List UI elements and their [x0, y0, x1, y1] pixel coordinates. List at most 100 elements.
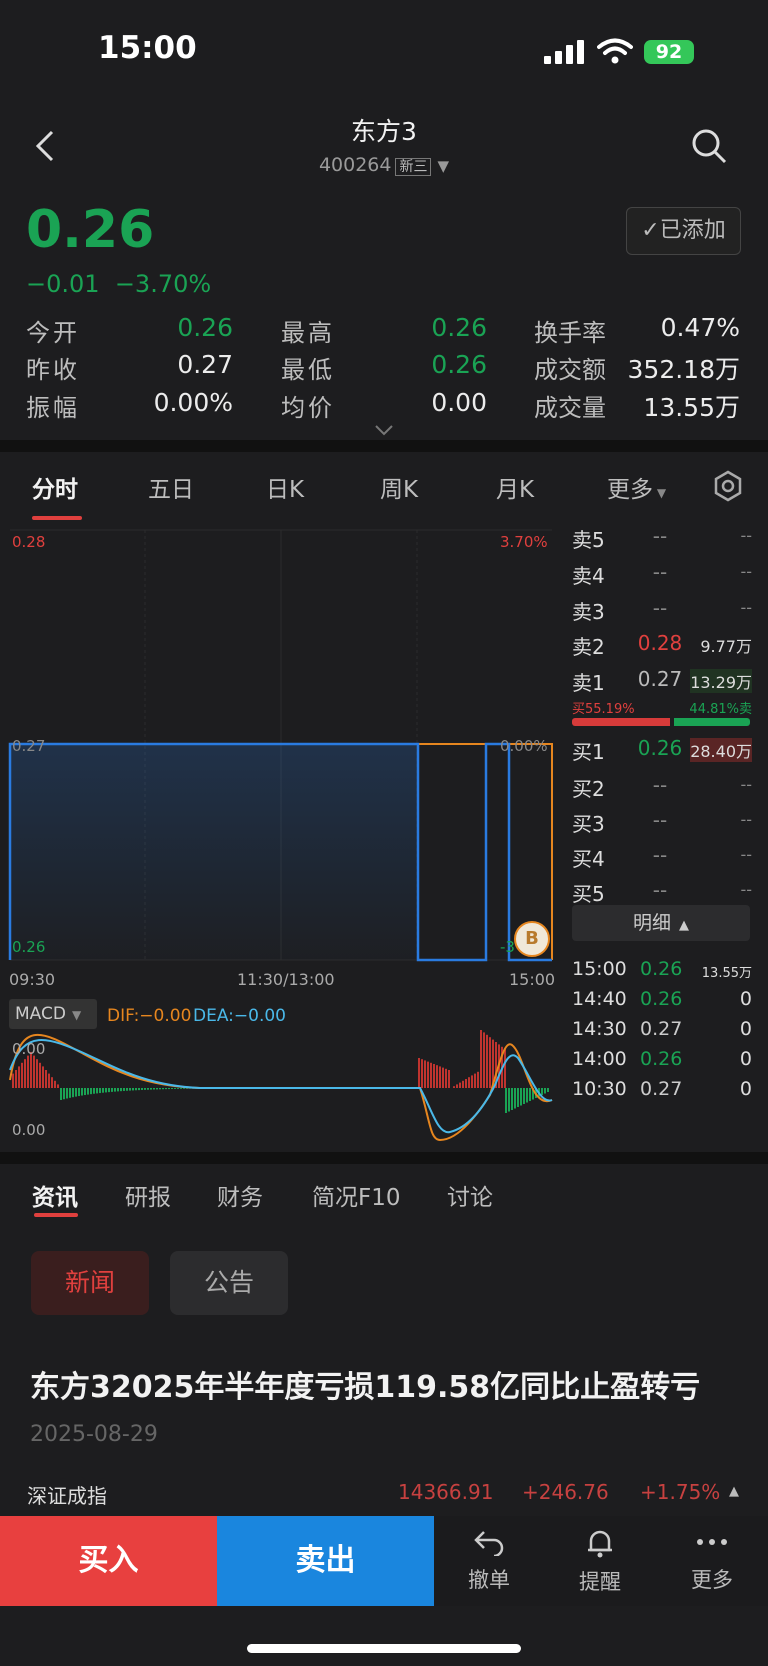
order-volume: --: [740, 810, 752, 829]
macd-bar: [165, 1088, 167, 1090]
macd-bar: [418, 1058, 420, 1088]
indicator-selector[interactable]: MACD ▼: [9, 999, 97, 1029]
macd-bar: [45, 1070, 47, 1088]
macd-bar: [60, 1088, 62, 1100]
macd-bar: [96, 1088, 98, 1094]
macd-bar: [489, 1037, 491, 1088]
macd-bar: [517, 1088, 519, 1107]
macd-bar: [439, 1066, 441, 1088]
order-price: 0.26: [637, 736, 683, 760]
alert-button[interactable]: 提醒: [555, 1528, 645, 1596]
time-end: 15:00: [509, 970, 556, 989]
low-value: 0.26: [431, 350, 487, 379]
tick-time: 14:30: [572, 1018, 627, 1040]
tab-more[interactable]: 更多 ▼: [607, 470, 666, 504]
tick-price: 0.26: [640, 958, 683, 980]
macd-bar: [480, 1030, 482, 1088]
check-icon: ✓: [641, 218, 660, 243]
tab-research[interactable]: 研报: [125, 1178, 171, 1212]
macd-bar: [424, 1060, 426, 1088]
change-percent: −3.70%: [114, 270, 212, 298]
settings-icon[interactable]: [712, 470, 744, 502]
macd-bar: [526, 1088, 528, 1103]
macd-bar: [69, 1088, 71, 1098]
macd-bar: [12, 1073, 14, 1088]
order-price: 0.27: [637, 667, 683, 691]
news-filter-pill[interactable]: 新闻: [31, 1251, 149, 1315]
amount-value: 352.18万: [627, 355, 740, 384]
buy-ratio: 买55.19%: [572, 702, 635, 717]
divider: [0, 440, 768, 452]
tab-finance[interactable]: 财务: [217, 1178, 263, 1212]
macd-bar: [93, 1088, 95, 1094]
cancel-order-label: 撤单: [468, 1568, 510, 1592]
buy-button[interactable]: 买入: [0, 1516, 217, 1606]
macd-bar: [87, 1088, 89, 1095]
tab-discussion[interactable]: 讨论: [447, 1178, 493, 1212]
caret-up-icon: ▲: [679, 918, 689, 933]
market-tag: 新三: [395, 158, 432, 176]
floating-b-icon[interactable]: B: [514, 921, 550, 957]
amount-label: 成交额: [534, 356, 606, 384]
tab-daily-k[interactable]: 日K: [266, 470, 304, 504]
macd-bar: [427, 1061, 429, 1088]
buy-sell-ratio-bar: [572, 718, 750, 726]
macd-bar: [117, 1088, 119, 1092]
macd-bar: [84, 1088, 86, 1096]
macd-bar: [471, 1075, 473, 1088]
order-volume: 9.77万: [700, 637, 752, 656]
tab-profile-f10[interactable]: 简况F10: [312, 1178, 401, 1212]
more-button[interactable]: 更多: [667, 1528, 757, 1594]
sell-button[interactable]: 卖出: [217, 1516, 434, 1606]
tab-monthly-k[interactable]: 月K: [496, 470, 534, 504]
tick-volume: 13.55万: [701, 966, 752, 981]
detail-toggle[interactable]: 明细 ▲: [572, 905, 750, 941]
order-price: --: [652, 596, 668, 620]
tick-time: 15:00: [572, 958, 627, 980]
macd-bar: [18, 1066, 20, 1088]
tab-news[interactable]: 资讯: [32, 1178, 78, 1212]
time-start: 09:30: [9, 970, 56, 989]
macd-bar: [135, 1088, 137, 1091]
home-indicator: [247, 1644, 521, 1653]
order-volume: --: [740, 598, 752, 617]
order-book-row: 买3 -- --: [572, 808, 752, 838]
index-name: 深证成指: [27, 1484, 107, 1508]
macd-bar: [63, 1088, 65, 1100]
macd-bar: [123, 1088, 125, 1091]
macd-bar: [21, 1062, 23, 1088]
intraday-chart[interactable]: [0, 520, 560, 1150]
stock-code-row[interactable]: 400264 新三 ▼: [0, 154, 768, 176]
order-price: --: [652, 773, 668, 797]
macd-histogram: [12, 1030, 549, 1113]
search-icon[interactable]: [690, 127, 728, 165]
watchlist-added-button[interactable]: ✓已添加: [626, 207, 741, 255]
expand-chevron-icon[interactable]: [374, 424, 394, 436]
macd-axis-top: 0.00: [12, 1040, 46, 1058]
order-price: --: [652, 560, 668, 584]
amplitude-value: 0.00%: [153, 388, 233, 417]
tab-weekly-k[interactable]: 周K: [380, 470, 418, 504]
alert-label: 提醒: [579, 1570, 621, 1594]
tab-intraday[interactable]: 分时: [32, 470, 78, 504]
macd-bar: [81, 1088, 83, 1096]
avg-label: 均价: [281, 394, 335, 422]
price-area-fill: [10, 744, 418, 960]
caret-up-icon[interactable]: ▲: [729, 1484, 739, 1499]
cancel-order-button[interactable]: 撤单: [444, 1528, 534, 1594]
macd-bar: [138, 1088, 140, 1091]
macd-bar: [541, 1088, 543, 1095]
volume-label: 成交量: [534, 394, 606, 422]
tick-price: 0.26: [640, 988, 683, 1010]
macd-bar: [33, 1055, 35, 1088]
tab-five-day[interactable]: 五日: [148, 470, 194, 504]
news-headline[interactable]: 东方32025年半年度亏损119.58亿同比止盈转亏: [30, 1362, 700, 1406]
macd-bar: [48, 1073, 50, 1088]
order-level-label: 买3: [572, 812, 605, 836]
macd-bar: [430, 1062, 432, 1088]
announcement-filter-pill[interactable]: 公告: [170, 1251, 288, 1315]
tick-time: 10:30: [572, 1078, 627, 1100]
macd-bar: [483, 1032, 485, 1088]
macd-bar: [421, 1059, 423, 1088]
wifi-icon: [597, 38, 633, 64]
